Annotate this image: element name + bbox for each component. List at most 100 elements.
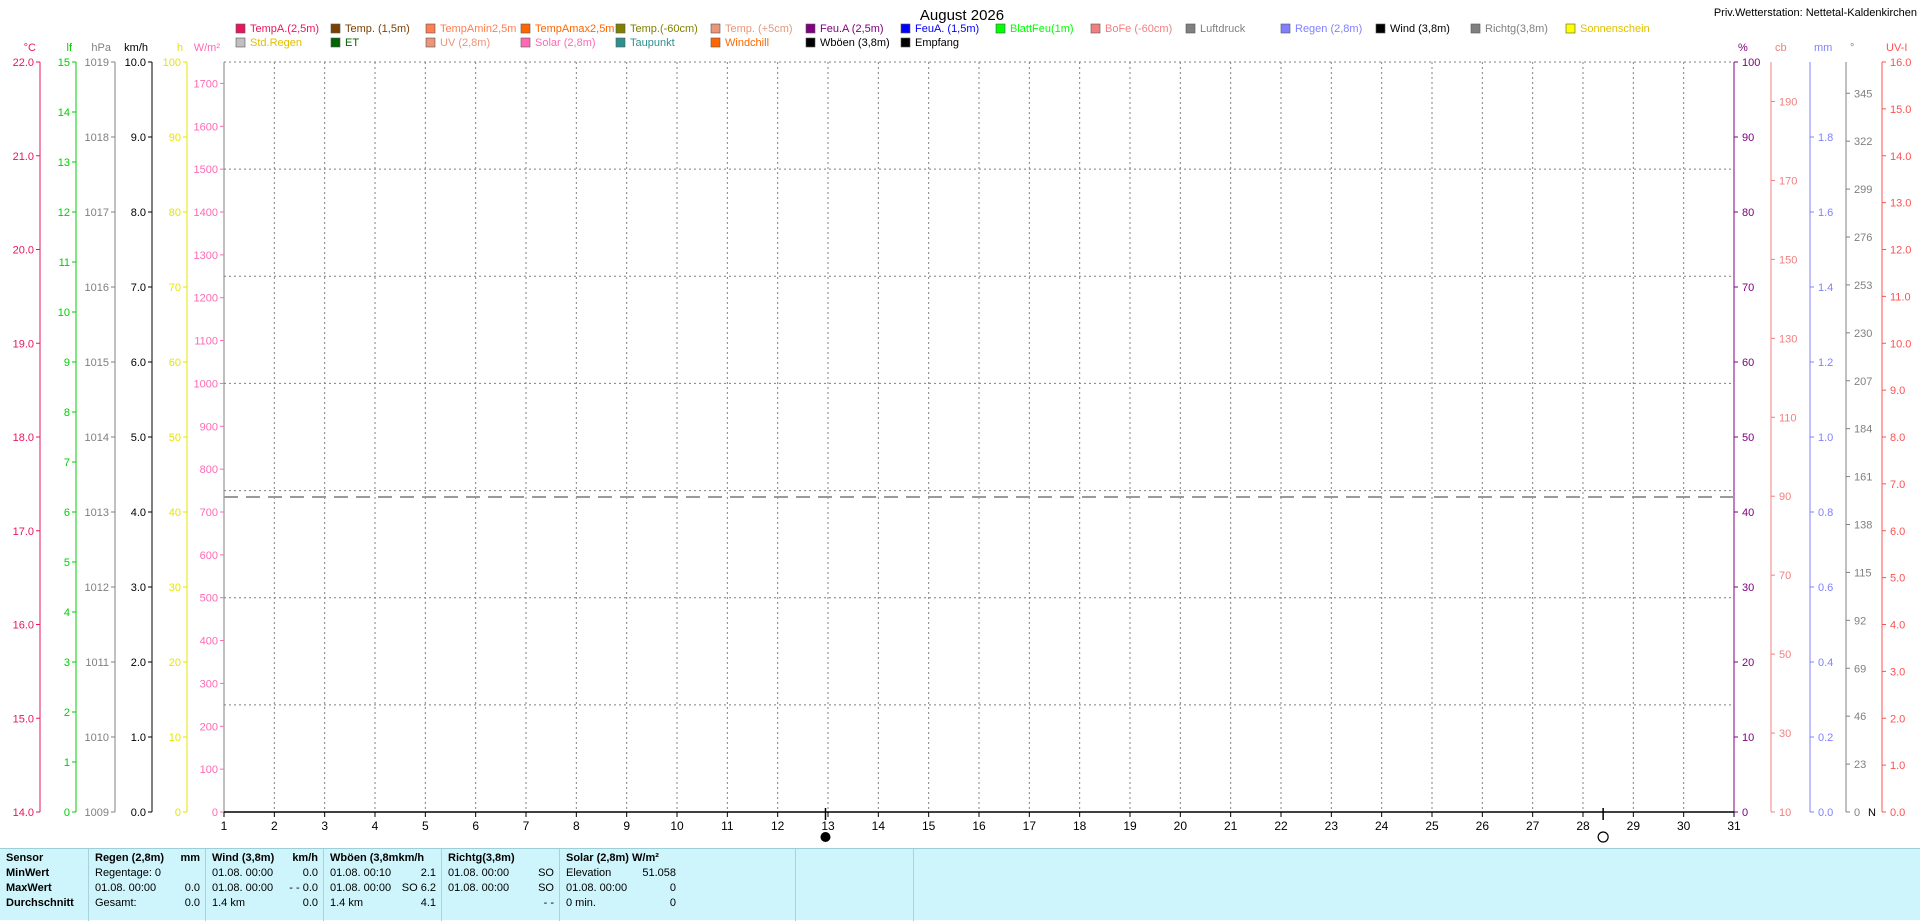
y-axis-tick-label: 161 [1854, 472, 1872, 484]
y-axis-tick-label: 13.0 [1890, 198, 1911, 210]
legend-label: Temp. (1,5m) [345, 23, 410, 35]
y-axis-tick-label: 700 [200, 507, 218, 519]
y-axis-tick-label: 60 [169, 357, 181, 369]
legend-swatch [330, 23, 341, 34]
y-axis-tick-label: 11.0 [1890, 291, 1911, 303]
legend-label: Regen (2,8m) [1295, 23, 1362, 35]
stats-value: Regentage: 0 [95, 867, 162, 879]
legend-swatch [995, 23, 1006, 34]
stats-regen-unit: mm [180, 852, 200, 864]
y-axis-tick-label: 14 [58, 107, 70, 119]
y-axis-tick-label: 345 [1854, 88, 1872, 100]
y-axis-tick-label: 5.0 [1890, 573, 1905, 585]
legend-swatch [235, 37, 246, 48]
y-axis-tick-label: 15 [58, 57, 70, 69]
x-axis-tick-label: 9 [623, 819, 630, 833]
y-axis-tick-label: 1.0 [1818, 432, 1833, 444]
y-axis-tick-label: 600 [200, 550, 218, 562]
y-axis-tick-label: 0.0 [131, 807, 146, 819]
y-axis-tick-label: 200 [200, 721, 218, 733]
legend-swatch [425, 37, 436, 48]
stats-wind-unit: km/h [292, 852, 318, 864]
legend-label: BoFe (-60cm) [1105, 23, 1172, 35]
y-axis-tick-label: 40 [169, 507, 181, 519]
y-axis-tick-label: 1.0 [131, 732, 146, 744]
y-axis-tick-label: 170 [1779, 175, 1797, 187]
y-axis-tick-label: 8.0 [131, 207, 146, 219]
y-axis-tick-label: 0.6 [1818, 582, 1833, 594]
y-axis-tick-label: 12.0 [1890, 245, 1911, 257]
y-axis-tick-label: 1200 [194, 293, 218, 305]
y-axis-unit: hPa [91, 42, 111, 54]
y-axis-tick-label: 900 [200, 421, 218, 433]
y-axis-unit: UV-I [1886, 42, 1907, 54]
stats-row-label: MaxWert [6, 882, 52, 894]
stats-value: 01.08. 00:00 [95, 882, 157, 894]
legend-label: ET [345, 37, 359, 49]
y-axis-unit: lf [67, 42, 73, 54]
stats-value: SO [538, 882, 554, 894]
stats-value: Gesamt: [95, 897, 137, 909]
x-axis-tick-label: 24 [1375, 819, 1389, 833]
y-axis-tick-label: 1011 [85, 657, 109, 669]
y-axis-tick-label: 9 [64, 357, 70, 369]
legend-label: Taupunkt [630, 37, 675, 49]
y-axis-tick-label: 22.0 [13, 57, 34, 69]
legend-swatch [710, 23, 721, 34]
y-axis-tick-label: 7.0 [131, 282, 146, 294]
y-axis-tick-label: 4 [64, 607, 70, 619]
legend-swatch [615, 23, 626, 34]
y-axis-tick-label: 14.0 [1890, 151, 1911, 163]
chart-title: August 2026 [920, 7, 1004, 24]
y-axis-tick-label: 15.0 [13, 713, 34, 725]
legend-swatch [1185, 23, 1196, 34]
legend-swatch [900, 37, 911, 48]
y-axis-tick-label: 500 [200, 593, 218, 605]
legend-swatch [1280, 23, 1291, 34]
y-axis-tick-label: 17.0 [13, 526, 34, 538]
y-axis-tick-label: 21.0 [13, 151, 34, 163]
y-axis-tick-label: 30 [169, 582, 181, 594]
y-axis-tick-label: 1012 [85, 582, 109, 594]
y-axis-tick-label: 70 [1742, 282, 1754, 294]
y-axis-tick-label: 299 [1854, 184, 1872, 196]
stats-value: 01.08. 00:00 [448, 882, 510, 894]
stats-value: SO 6.2 [401, 882, 436, 894]
y-axis-tick-label: 100 [163, 57, 181, 69]
stats-sensor-col: Sensor MinWert MaxWert Durchschnitt [0, 849, 89, 921]
x-axis-tick-label: 20 [1174, 819, 1188, 833]
stats-value: 51.058 [642, 867, 676, 879]
stats-value: 01.08. 00:10 [330, 867, 392, 879]
y-axis-tick-label: 1.2 [1818, 357, 1833, 369]
y-axis-tick-label: 4.0 [131, 507, 146, 519]
y-axis-tick-label: 6.0 [1890, 526, 1905, 538]
y-axis-tick-label: 1400 [194, 207, 218, 219]
stats-sensor-header: Sensor [6, 852, 44, 864]
x-axis-tick-label: 21 [1224, 819, 1238, 833]
y-axis-tick-label: 184 [1854, 424, 1872, 436]
y-axis-tick-label: 12 [58, 207, 70, 219]
y-axis-tick-label: 1.8 [1818, 132, 1833, 144]
y-axis-tick-label: 30 [1742, 582, 1754, 594]
x-axis-tick-label: 13 [821, 819, 835, 833]
x-axis-tick-label: 10 [670, 819, 684, 833]
legend-label: Luftdruck [1200, 23, 1246, 35]
y-axis-tick-label: 130 [1779, 333, 1797, 345]
y-axis-tick-label: 10 [58, 307, 70, 319]
y-axis-tick-label: 10.0 [125, 57, 146, 69]
y-axis-tick-label: 0 [64, 807, 70, 819]
legend-label: UV (2,8m) [440, 37, 490, 49]
x-axis-tick-label: 27 [1526, 819, 1540, 833]
x-axis-tick-label: 16 [972, 819, 986, 833]
y-axis-tick-label: 3 [64, 657, 70, 669]
x-axis-tick-label: 5 [422, 819, 429, 833]
y-axis-tick-label: 100 [200, 764, 218, 776]
y-axis-tick-label: 8 [64, 407, 70, 419]
y-axis-tick-label: 0.0 [1890, 807, 1905, 819]
legend-swatch [520, 37, 531, 48]
stats-richtg-col: Richtg(3,8m) 01.08. 00:00 SO 01.08. 00:00… [442, 849, 560, 921]
legend-label: TempA.(2,5m) [250, 23, 319, 35]
y-axis-tick-label: 9.0 [1890, 385, 1905, 397]
y-axis-tick-label: 30 [1779, 728, 1791, 740]
stats-wboen-col: Wböen (3,8mkm/h 01.08. 00:10 2.1 01.08. 0… [324, 849, 442, 921]
